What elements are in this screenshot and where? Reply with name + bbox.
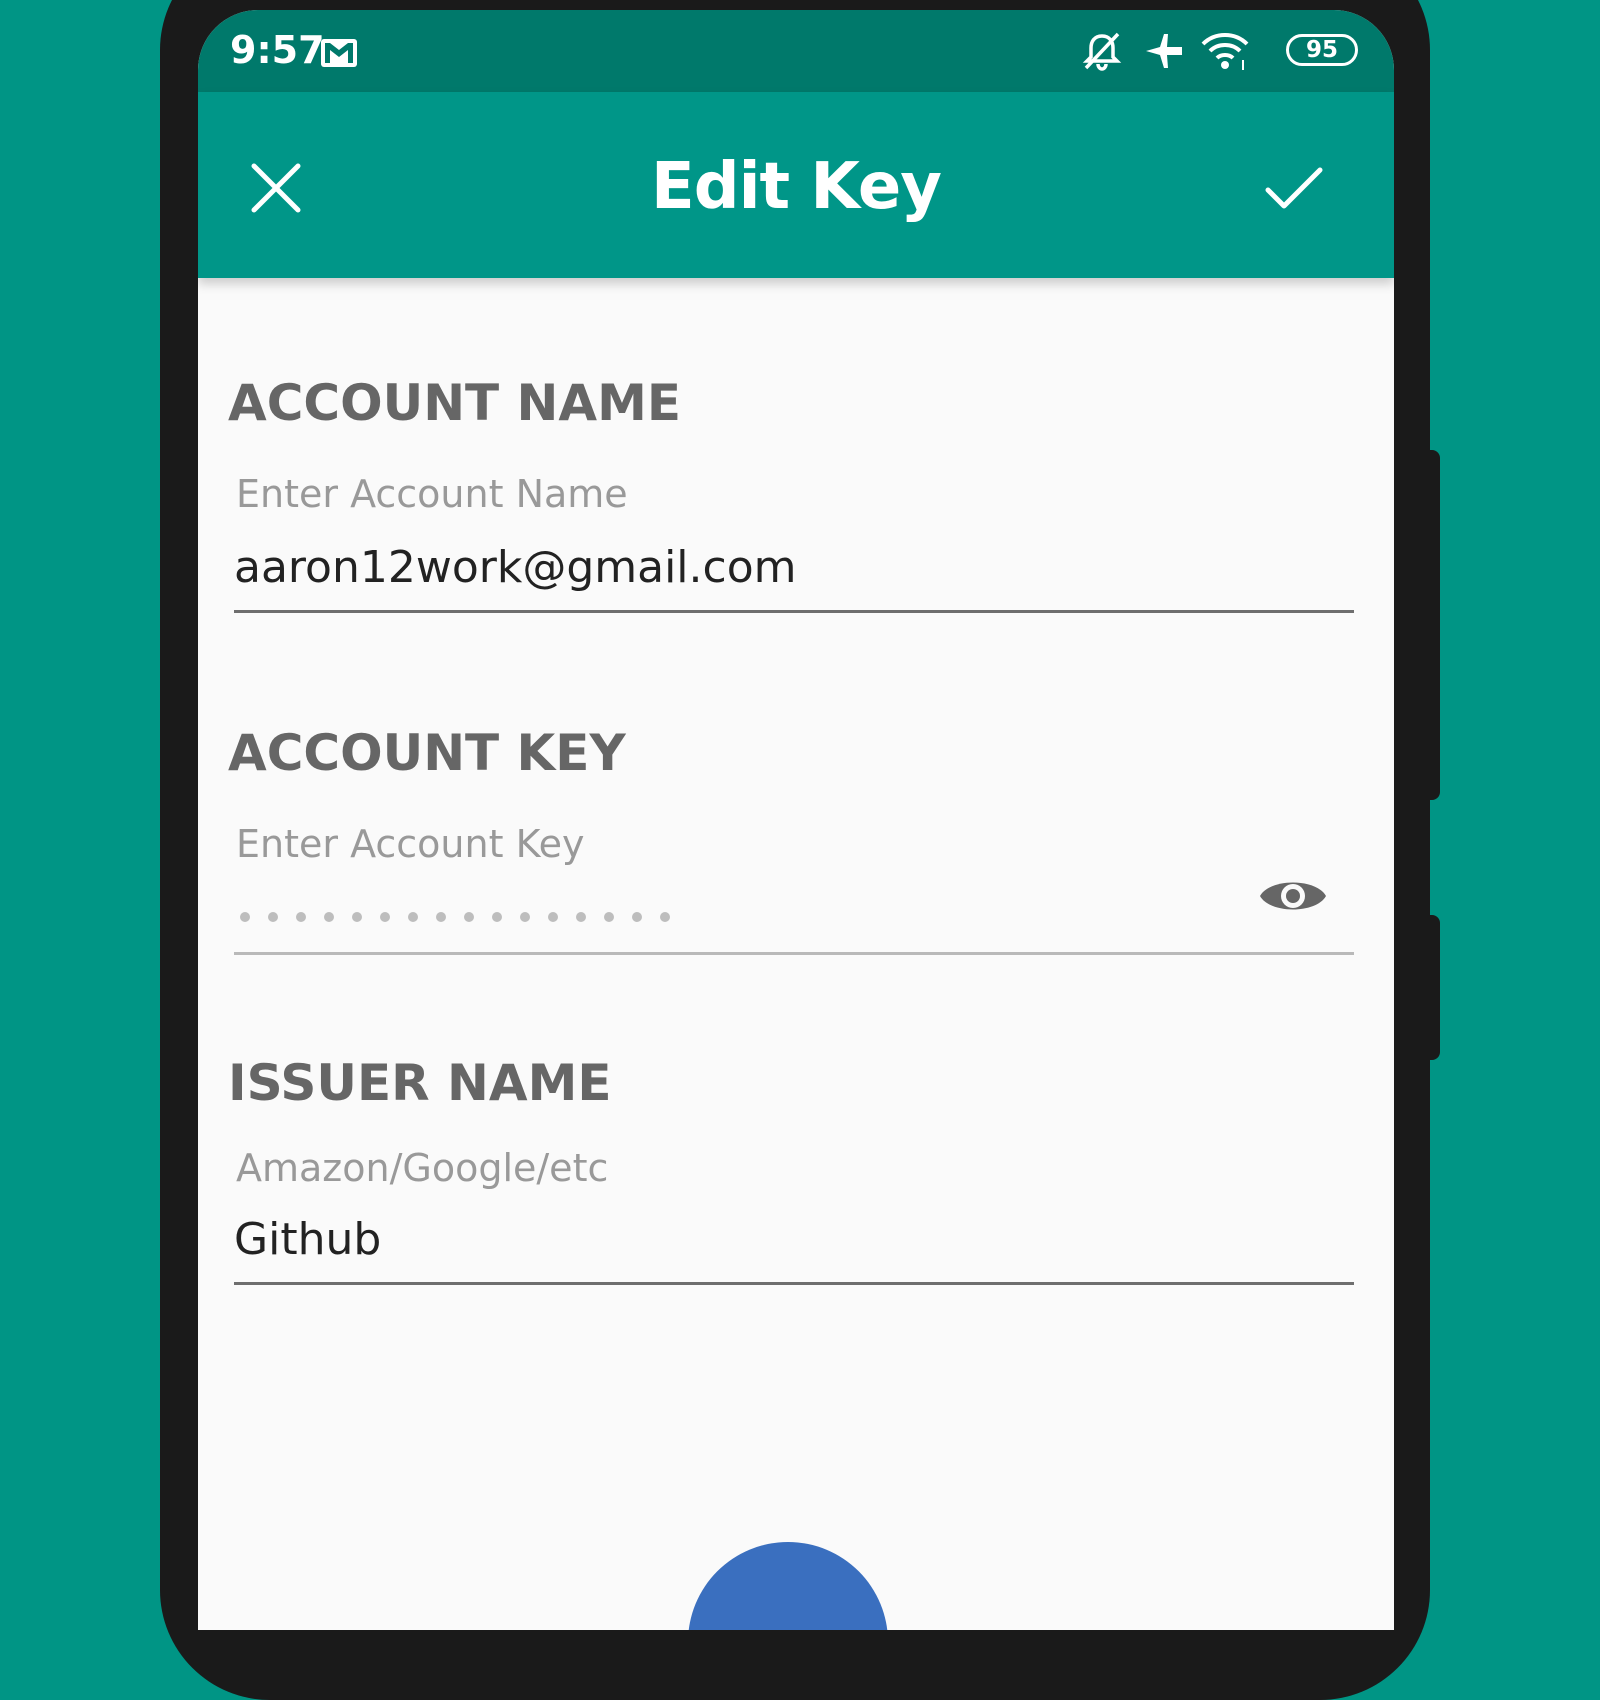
mask-dot [632,912,642,922]
account-name-underline [234,610,1354,613]
account-key-label: ACCOUNT KEY [228,724,626,782]
issuer-name-input[interactable]: Github [234,1214,381,1265]
mask-dot [576,912,586,922]
mask-dot [296,912,306,922]
account-name-label: ACCOUNT NAME [228,374,682,432]
mask-dot [352,912,362,922]
issuer-name-label: ISSUER NAME [228,1054,612,1112]
phone-screen: 9:57 95 Edit Key ACCOUNT NAME Enter Acco… [198,10,1394,1630]
bell-off-icon [1082,32,1122,71]
airplane-icon [1146,34,1182,68]
gmail-icon [321,39,357,67]
power-button [1420,915,1440,1060]
account-name-hint: Enter Account Name [236,472,628,516]
mask-dot [268,912,278,922]
account-key-hint: Enter Account Key [236,822,585,866]
issuer-name-hint: Amazon/Google/etc [236,1146,609,1190]
fab-button[interactable] [688,1542,888,1630]
battery-icon: 95 [1286,34,1358,66]
eye-icon[interactable] [1258,872,1328,920]
mask-dot [464,912,474,922]
mask-dot [660,912,670,922]
mask-dot [380,912,390,922]
wifi-icon [1201,33,1249,70]
app-bar: Edit Key [198,92,1394,278]
account-name-input[interactable]: aaron12work@gmail.com [234,542,796,593]
page-title: Edit Key [651,150,942,224]
mask-dot [548,912,558,922]
account-key-underline [234,952,1354,955]
mask-dot [408,912,418,922]
issuer-name-underline [234,1282,1354,1285]
volume-button [1420,450,1440,800]
mask-dot [604,912,614,922]
mask-dot [324,912,334,922]
status-time: 9:57 [230,28,325,72]
mask-dot [240,912,250,922]
mask-dot [436,912,446,922]
check-icon[interactable] [1264,164,1324,212]
mask-dot [520,912,530,922]
mask-dot [492,912,502,922]
account-key-input[interactable] [240,912,670,922]
status-bar: 9:57 95 [198,10,1394,92]
